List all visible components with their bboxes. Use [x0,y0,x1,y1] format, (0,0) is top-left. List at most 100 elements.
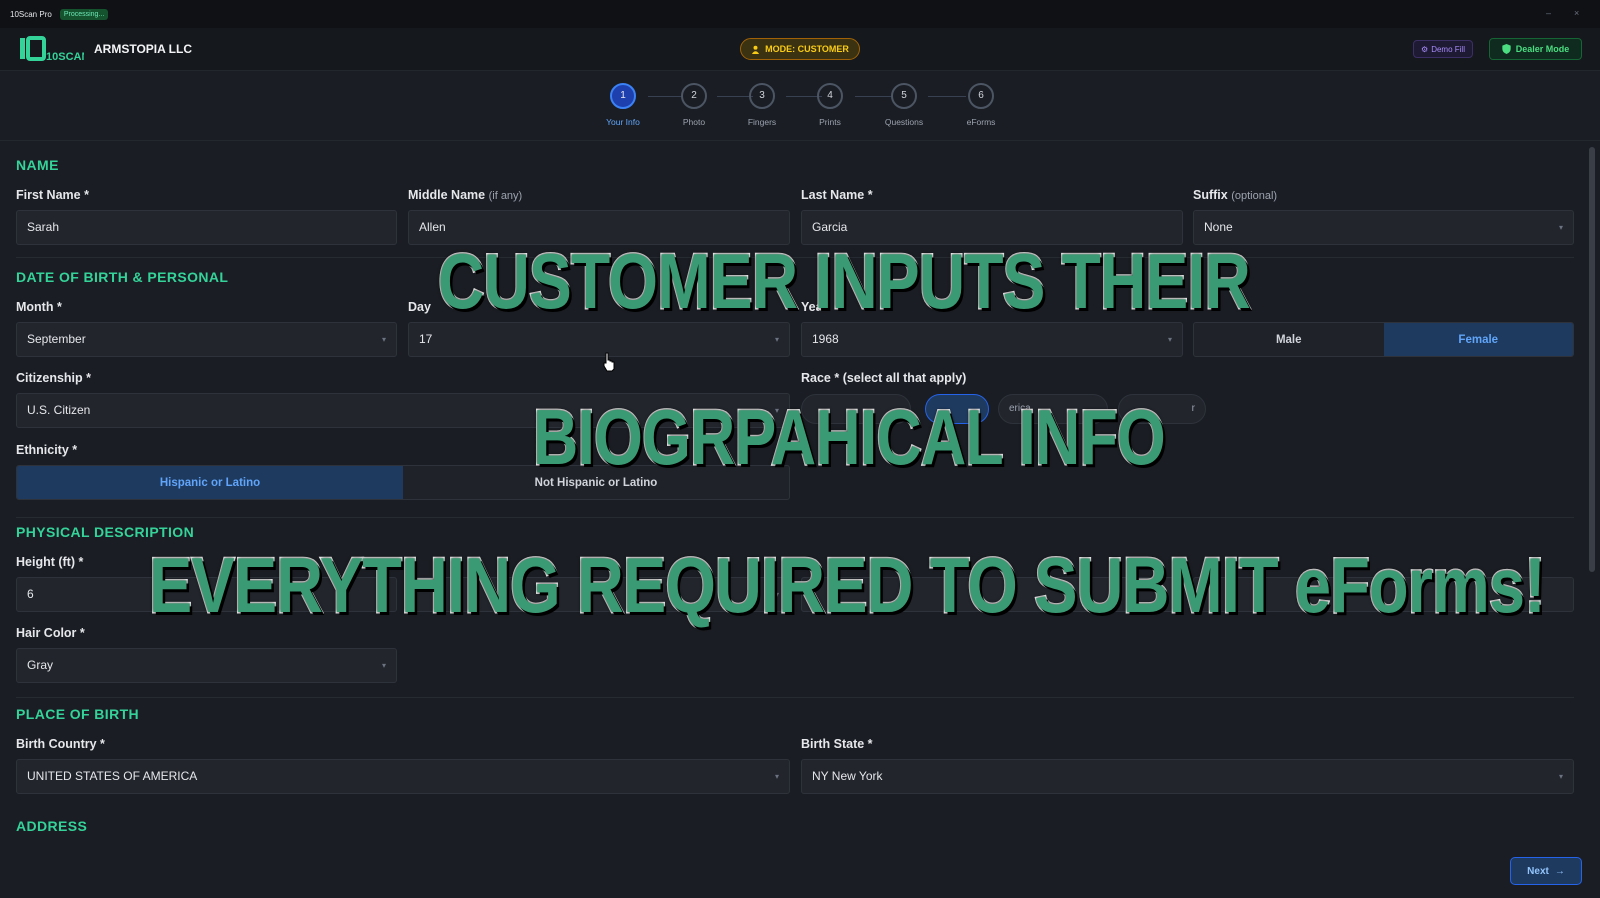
step-fingers[interactable]: 3 Fingers [732,83,792,127]
suffix-select[interactable]: None ▾ [1193,210,1574,245]
step-number: 2 [681,83,707,109]
app-name: 10Scan Pro [10,9,52,19]
chevron-down-icon: ▾ [1558,223,1563,232]
middle-name-value: Allen [419,220,446,234]
step-label: Prints [819,117,841,127]
dealer-mode-label: Dealer Mode [1515,44,1570,54]
scrollbar[interactable] [1589,147,1595,572]
chevron-down-icon: ▾ [774,772,779,781]
step-your-info[interactable]: 1 Your Info [593,83,653,127]
first-name-value: Sarah [27,220,60,234]
ethnicity-option-hispanic[interactable]: Hispanic or Latino [17,466,403,499]
section-title-name: NAME [16,157,59,173]
step-label: eForms [966,117,996,127]
step-number: 1 [610,83,636,109]
step-number: 6 [968,83,994,109]
citizenship-value: U.S. Citizen [27,403,91,417]
demo-fill-label: Demo Fill [1431,44,1465,54]
status-badge: Processing... [59,8,109,20]
close-button[interactable]: × [1574,8,1579,18]
shield-icon [1502,44,1511,54]
hair-color-select[interactable]: Gray ▾ [16,648,397,683]
chevron-down-icon: ▾ [1167,335,1172,344]
birth-country-value: UNITED STATES OF AMERICA [27,769,198,783]
sex-option-female[interactable]: Female [1383,323,1573,356]
app-logo: 10SCAN [20,36,84,63]
demo-fill-button[interactable]: ⚙ Demo Fill [1413,40,1473,58]
day-select[interactable]: 17 ▾ [408,322,790,357]
step-label: Photo [682,117,706,127]
section-title-physical: PHYSICAL DESCRIPTION [16,524,195,540]
sex-toggle: Male Female [1193,322,1574,357]
first-name-input[interactable]: Sarah [16,210,397,245]
logo-text: 10SCAN [46,51,84,63]
birth-country-label: Birth Country * [16,737,105,751]
chevron-down-icon: ▾ [381,661,386,670]
last-name-value: Garcia [812,220,848,234]
section-title-address: ADDRESS [16,818,88,834]
step-number: 3 [749,83,775,109]
step-photo[interactable]: 2 Photo [664,83,724,127]
mode-indicator[interactable]: MODE: CUSTOMER [740,38,860,60]
step-number: 5 [891,83,917,109]
minimize-button[interactable]: – [1546,8,1551,18]
pointer-cursor-icon [603,352,615,372]
height-ft-value: 6 [27,587,34,601]
step-questions[interactable]: 5 Questions [874,83,934,127]
step-label: Fingers [747,117,777,127]
chevron-down-icon: ▾ [774,335,779,344]
progress-stepper: 1 Your Info 2 Photo 3 Fingers 4 Prints 5… [0,71,1600,141]
mode-label: MODE: CUSTOMER [765,44,849,54]
section-divider [16,697,1574,698]
month-value: September [27,332,86,346]
step-prints[interactable]: 4 Prints [800,83,860,127]
race-option-label: r [1191,403,1195,414]
section-title-dob: DATE OF BIRTH & PERSONAL [16,269,229,285]
birth-state-label: Birth State * [801,737,873,751]
caption-line-3: EVERYTHING REQUIRED TO SUBMIT eForms! [148,540,1547,631]
birth-state-value: NY New York [812,769,883,783]
dealer-mode-button[interactable]: Dealer Mode [1489,38,1582,60]
hair-color-label: Hair Color * [16,626,85,640]
next-button[interactable]: Next → [1510,857,1582,885]
sparkle-icon: ⚙ [1421,44,1429,54]
chevron-down-icon: ▾ [1558,772,1563,781]
title-bar: 10Scan Pro Processing... – × [0,0,1600,28]
middle-name-label: Middle Name (if any) [408,188,522,202]
ethnicity-label: Ethnicity * [16,443,78,457]
month-select[interactable]: September ▾ [16,322,397,357]
day-label: Day [408,300,431,314]
suffix-value: None [1204,220,1233,234]
year-value: 1968 [812,332,839,346]
section-title-place-of-birth: PLACE OF BIRTH [16,706,140,722]
sex-option-male[interactable]: Male [1194,323,1384,356]
step-eforms[interactable]: 6 eForms [951,83,1011,127]
section-divider [16,517,1574,518]
month-label: Month * [16,300,62,314]
citizenship-label: Citizenship * [16,371,92,385]
company-name: ARMSTOPIA LLC [94,42,192,56]
middle-name-hint: (if any) [488,190,523,202]
caption-line-1: CUSTOMER INPUTS THEIR [437,236,1252,327]
app-window: 10Scan Pro Processing... – × 10SCAN ARMS… [0,0,1600,898]
next-label: Next [1527,865,1549,877]
person-icon [751,45,760,54]
day-value: 17 [419,332,433,346]
birth-state-select[interactable]: NY New York ▾ [801,759,1574,794]
arrow-right-icon: → [1554,865,1565,877]
step-label: Your Info [606,117,640,127]
year-select[interactable]: 1968 ▾ [801,322,1183,357]
last-name-label: Last Name * [801,188,873,202]
birth-country-select[interactable]: UNITED STATES OF AMERICA ▾ [16,759,790,794]
caption-line-2: BIOGRPAHICAL INFO [532,392,1167,483]
suffix-label: Suffix (optional) [1193,188,1277,202]
first-name-label: First Name * [16,188,89,202]
height-ft-label: Height (ft) * [16,555,84,569]
step-number: 4 [817,83,843,109]
hair-color-value: Gray [27,658,54,672]
chevron-down-icon: ▾ [381,335,386,344]
suffix-hint: (optional) [1231,190,1278,202]
middle-name-label-text: Middle Name [408,188,486,202]
race-label: Race * (select all that apply) [801,371,967,385]
app-header: 10SCAN ARMSTOPIA LLC MODE: CUSTOMER ⚙ De… [0,28,1600,71]
